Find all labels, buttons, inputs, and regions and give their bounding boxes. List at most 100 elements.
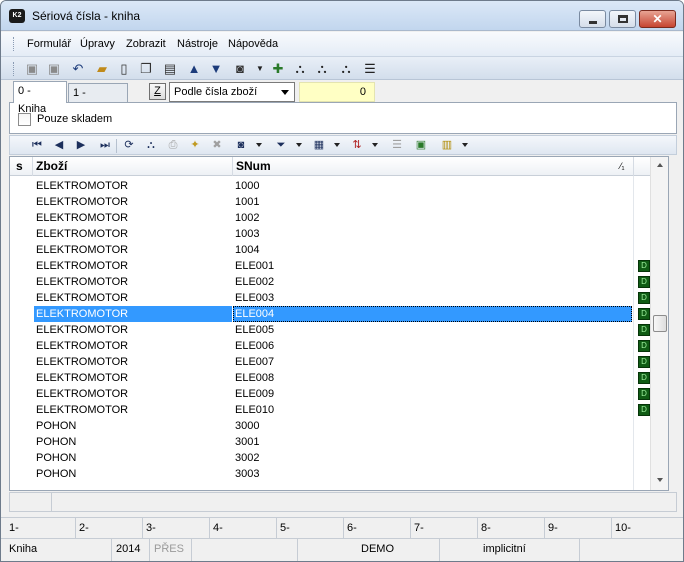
menu-list-icon[interactable]: ☰ (361, 60, 379, 78)
serial-number-cell[interactable]: ELE001 (233, 258, 632, 274)
delete-record-icon[interactable]: ✖ (208, 137, 226, 154)
function-key-10[interactable]: 10- (615, 522, 631, 534)
function-key-8[interactable]: 8- (481, 522, 491, 534)
table-row[interactable]: ELEKTROMOTOR ELE002 D (10, 274, 650, 290)
vertical-scrollbar[interactable] (650, 157, 668, 490)
app-logo-icon[interactable]: K2 (9, 9, 25, 23)
move-up-icon[interactable]: ▲ (185, 60, 203, 78)
goods-cell[interactable]: ELEKTROMOTOR (34, 306, 232, 322)
goods-cell[interactable]: ELEKTROMOTOR (34, 274, 232, 290)
column-divider[interactable] (32, 157, 33, 176)
report-icon[interactable]: ▥ (438, 137, 456, 154)
serial-number-cell[interactable]: 1004 (233, 242, 632, 258)
document-badge-icon[interactable]: D (638, 356, 650, 368)
previous-record-icon[interactable]: ◀ (50, 137, 68, 154)
find-icon[interactable]: ⛬ (291, 60, 309, 78)
function-key-2[interactable]: 2- (79, 522, 89, 534)
row-status-cell[interactable] (10, 466, 34, 482)
goods-cell[interactable]: ELEKTROMOTOR (34, 226, 232, 242)
sort-order-select[interactable]: Podle čísla zboží (169, 82, 295, 102)
table-row[interactable]: POHON 3001 (10, 434, 650, 450)
column-header-goods[interactable]: Zboží (36, 159, 67, 173)
refresh-icon[interactable]: ⟳ (120, 137, 138, 154)
serial-number-cell[interactable]: ELE004 (233, 306, 632, 322)
serial-number-cell[interactable]: 1000 (233, 178, 632, 194)
row-status-cell[interactable] (10, 322, 34, 338)
scroll-thumb[interactable] (653, 315, 667, 332)
document-badge-icon[interactable]: D (638, 260, 650, 272)
filter-dropdown-icon[interactable] (296, 143, 302, 147)
goods-cell[interactable]: ELEKTROMOTOR (34, 322, 232, 338)
row-status-cell[interactable] (10, 386, 34, 402)
table-row[interactable]: ELEKTROMOTOR 1001 (10, 194, 650, 210)
tab-historie[interactable]: 1 - Historie (68, 83, 128, 117)
table-row[interactable]: ELEKTROMOTOR 1002 (10, 210, 650, 226)
function-key-7[interactable]: 7- (414, 522, 424, 534)
tab-kniha[interactable]: 0 - Kniha (13, 81, 67, 115)
goods-cell[interactable]: ELEKTROMOTOR (34, 402, 232, 418)
next-record-icon[interactable]: ▶ (72, 137, 90, 154)
serial-number-cell[interactable]: ELE010 (233, 402, 632, 418)
table-row[interactable]: ELEKTROMOTOR ELE010 D (10, 402, 650, 418)
serial-number-cell[interactable]: ELE008 (233, 370, 632, 386)
maximize-button[interactable] (609, 10, 636, 28)
column-divider[interactable] (232, 157, 233, 176)
minimize-button[interactable] (579, 10, 606, 28)
toolbar-grip[interactable] (13, 62, 16, 76)
sort-key-button[interactable]: Z (149, 83, 166, 100)
goods-cell[interactable]: ELEKTROMOTOR (34, 338, 232, 354)
close-button[interactable]: ✕ (639, 10, 676, 28)
save-icon[interactable]: ▣ (23, 60, 41, 78)
goods-cell[interactable]: ELEKTROMOTOR (34, 386, 232, 402)
menu-formular[interactable]: Formulář (27, 38, 71, 50)
serial-number-cell[interactable]: 1001 (233, 194, 632, 210)
report-dropdown-icon[interactable] (462, 143, 468, 147)
row-status-cell[interactable] (10, 306, 34, 322)
document-badge-icon[interactable]: D (638, 340, 650, 352)
row-status-cell[interactable] (10, 178, 34, 194)
new-document-icon[interactable]: ▯ (115, 60, 133, 78)
goods-cell[interactable]: ELEKTROMOTOR (34, 242, 232, 258)
document-badge-icon[interactable]: D (638, 324, 650, 336)
table-row[interactable]: ELEKTROMOTOR ELE004 D (10, 306, 650, 322)
goods-cell[interactable]: ELEKTROMOTOR (34, 210, 232, 226)
function-key-4[interactable]: 4- (213, 522, 223, 534)
row-status-cell[interactable] (10, 370, 34, 386)
document-badge-icon[interactable]: D (638, 308, 650, 320)
serial-number-cell[interactable]: 3000 (233, 418, 632, 434)
print-icon[interactable]: ⎙ (164, 137, 182, 154)
copy-icon[interactable]: ❐ (137, 60, 155, 78)
list-icon[interactable]: ☰ (388, 137, 406, 154)
goods-cell[interactable]: ELEKTROMOTOR (34, 290, 232, 306)
document-badge-icon[interactable]: D (638, 404, 650, 416)
sort-az-icon[interactable]: ⇅ (348, 137, 366, 154)
goods-cell[interactable]: ELEKTROMOTOR (34, 194, 232, 210)
serial-number-cell[interactable]: 3003 (233, 466, 632, 482)
search-filter-icon[interactable]: ✚ (269, 60, 287, 78)
find-next-icon[interactable]: ⛬ (313, 60, 331, 78)
document-badge-icon[interactable]: D (638, 372, 650, 384)
menu-grip[interactable] (13, 37, 16, 51)
table-row[interactable]: ELEKTROMOTOR ELE005 D (10, 322, 650, 338)
serial-number-cell[interactable]: ELE003 (233, 290, 632, 306)
save-all-icon[interactable]: ▣ (45, 60, 63, 78)
book-icon[interactable]: ▤ (161, 60, 179, 78)
table-row[interactable]: ELEKTROMOTOR 1000 (10, 178, 650, 194)
table-row[interactable]: ELEKTROMOTOR 1004 (10, 242, 650, 258)
last-record-icon[interactable]: ⏭ (96, 137, 114, 154)
serial-number-cell[interactable]: 1002 (233, 210, 632, 226)
column-header-extra[interactable]: ⁄₁ (620, 161, 625, 171)
menu-zobrazit[interactable]: Zobrazit (126, 38, 166, 50)
serial-number-cell[interactable]: ELE005 (233, 322, 632, 338)
goods-cell[interactable]: ELEKTROMOTOR (34, 370, 232, 386)
row-status-cell[interactable] (10, 290, 34, 306)
function-key-6[interactable]: 6- (347, 522, 357, 534)
move-down-icon[interactable]: ▼ (207, 60, 225, 78)
column-header-snum[interactable]: SNum (236, 159, 271, 173)
row-status-cell[interactable] (10, 434, 34, 450)
column-divider[interactable] (633, 157, 634, 176)
goods-cell[interactable]: POHON (34, 434, 232, 450)
document-badge-icon[interactable]: D (638, 276, 650, 288)
title-bar[interactable]: K2 Sériová čísla - kniha ✕ (1, 1, 683, 31)
undo-icon[interactable]: ↶ (69, 60, 87, 78)
